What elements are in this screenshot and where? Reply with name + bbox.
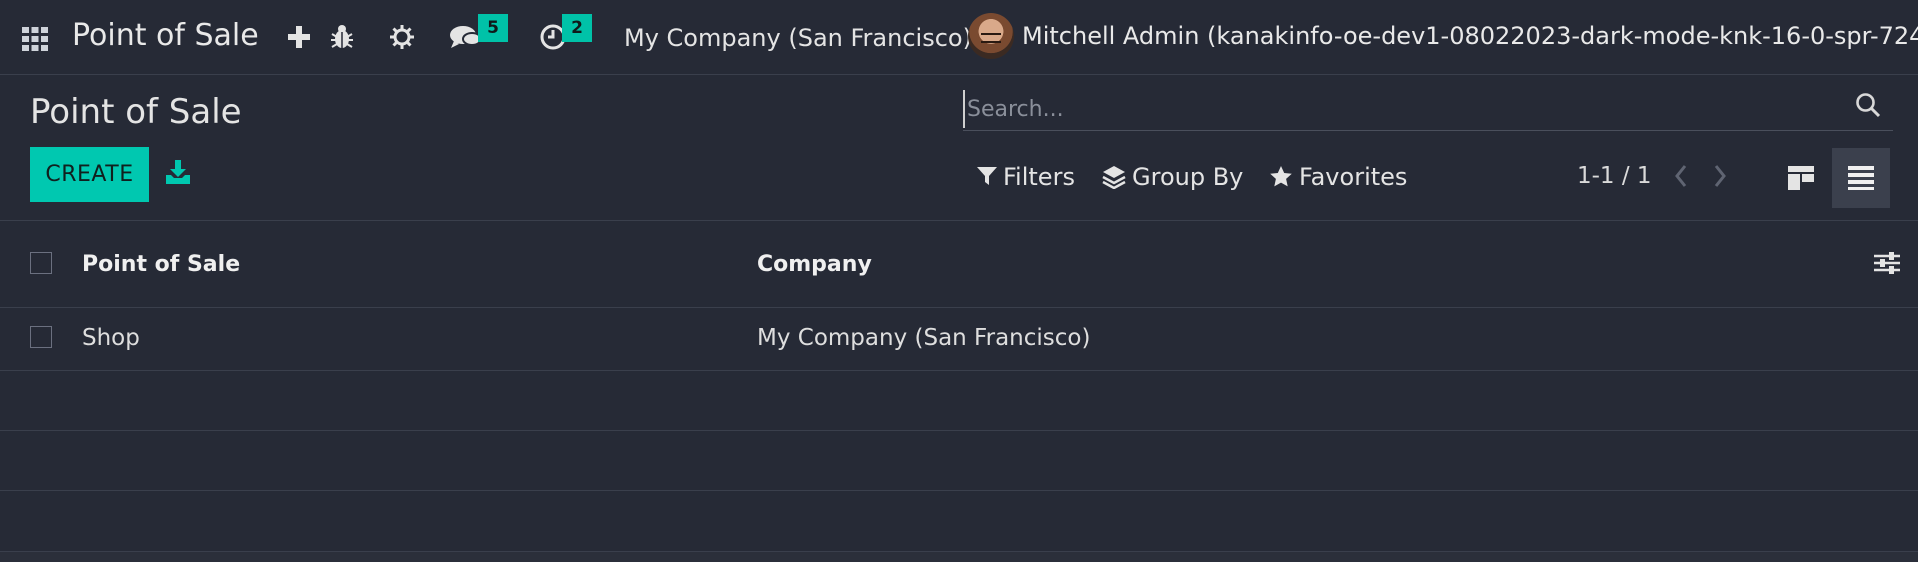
pager-value[interactable]: 1-1 / 1: [1577, 163, 1652, 189]
magnifier-icon[interactable]: [1855, 92, 1881, 122]
sliders-icon[interactable]: [1874, 251, 1900, 279]
chevron-left-icon[interactable]: [1673, 164, 1689, 192]
download-icon[interactable]: [166, 160, 190, 188]
favorites-label: Favorites: [1299, 163, 1408, 191]
list-icon: [1848, 166, 1874, 190]
plus-icon[interactable]: [288, 22, 310, 52]
app-title[interactable]: Point of Sale: [72, 18, 259, 53]
cell-company: My Company (San Francisco): [757, 325, 1091, 351]
cell-point-of-sale: Shop: [82, 325, 140, 351]
company-switcher[interactable]: My Company (San Francisco): [624, 24, 972, 52]
column-header-company[interactable]: Company: [757, 252, 872, 277]
user-menu[interactable]: Mitchell Admin (kanakinfo-oe-dev1-080220…: [968, 13, 1918, 59]
page-title: Point of Sale: [30, 92, 242, 132]
table-header-row: Point of Sale Company: [0, 221, 1918, 308]
messages-count-badge: 5: [478, 14, 508, 42]
favorites-button[interactable]: Favorites: [1269, 163, 1407, 191]
avatar: [968, 13, 1014, 59]
activities-count-badge: 2: [562, 14, 592, 42]
list-body: Shop My Company (San Francisco): [0, 308, 1918, 491]
group-by-button[interactable]: Group By: [1102, 163, 1243, 191]
empty-row: [0, 371, 1918, 431]
kanban-icon: [1788, 166, 1814, 190]
create-button[interactable]: CREATE: [30, 147, 149, 202]
chevron-right-icon[interactable]: [1712, 164, 1728, 192]
gear-icon[interactable]: [389, 22, 415, 52]
table-row[interactable]: Shop My Company (San Francisco): [0, 308, 1918, 371]
select-all-checkbox[interactable]: [30, 252, 52, 274]
top-navbar: Point of Sale 5 2 My Company (San Franci…: [0, 0, 1918, 75]
list-table: Point of Sale Company: [0, 221, 1918, 308]
filters-button[interactable]: Filters: [977, 163, 1075, 191]
funnel-icon: [977, 167, 997, 185]
list-footer: [0, 551, 1918, 562]
bug-icon[interactable]: [330, 22, 354, 52]
group-by-label: Group By: [1132, 163, 1244, 191]
search-bar: [963, 88, 1893, 131]
column-header-point-of-sale[interactable]: Point of Sale: [82, 252, 240, 277]
clock-icon[interactable]: 2: [540, 14, 592, 52]
star-icon: [1270, 166, 1292, 187]
layers-icon: [1102, 166, 1126, 189]
apps-grid-icon[interactable]: [22, 27, 48, 51]
list-view-button[interactable]: [1832, 148, 1890, 208]
filters-label: Filters: [1003, 163, 1075, 191]
empty-row: [0, 431, 1918, 491]
chat-bubbles-icon[interactable]: 5: [450, 14, 508, 52]
search-input[interactable]: [963, 90, 1849, 128]
row-checkbox[interactable]: [30, 326, 52, 348]
user-name: Mitchell Admin (kanakinfo-oe-dev1-080220…: [1022, 22, 1918, 50]
kanban-view-button[interactable]: [1775, 148, 1827, 208]
